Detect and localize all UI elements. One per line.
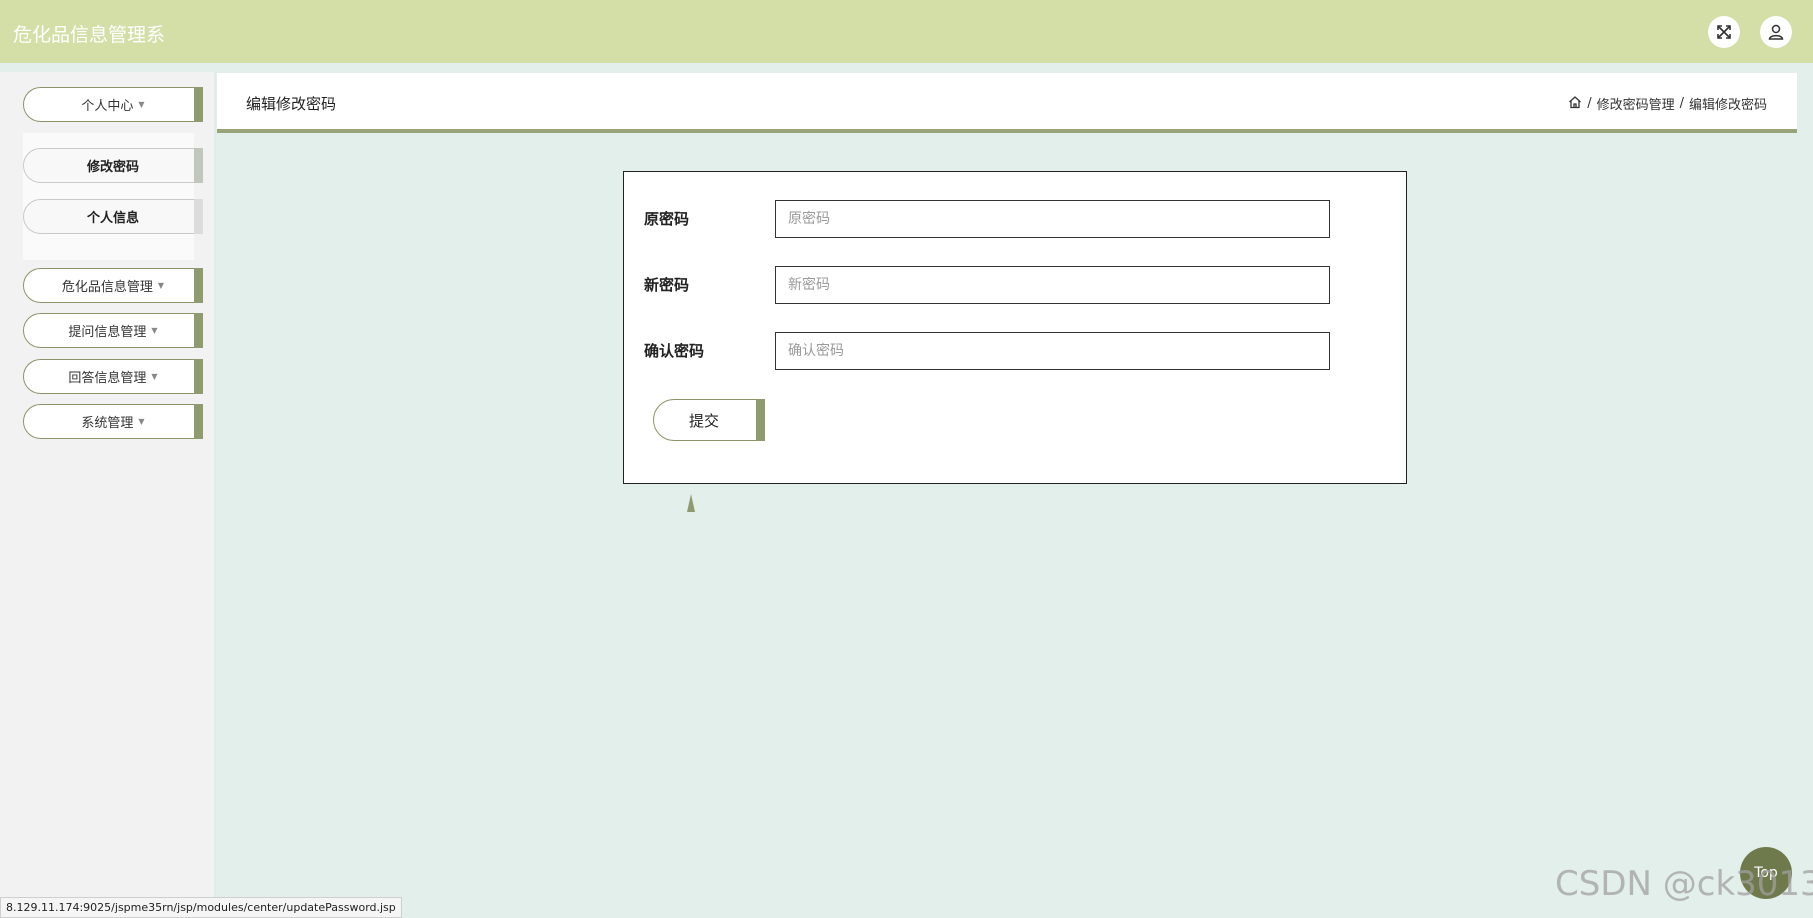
caret-down-icon: ▼ xyxy=(138,100,145,109)
submenu-item-personal-info[interactable]: 个人信息 xyxy=(23,199,203,234)
menu-personal-center[interactable]: 个人中心 ▼ xyxy=(23,87,203,122)
caret-down-icon: ▼ xyxy=(151,326,158,335)
old-password-label: 原密码 xyxy=(644,210,690,228)
submit-button[interactable]: 提交 xyxy=(653,399,765,441)
form-row-confirm-password: 确认密码 xyxy=(624,332,1408,370)
home-icon[interactable] xyxy=(1568,95,1582,113)
decorative-marker xyxy=(687,494,695,512)
menu-questions[interactable]: 提问信息管理 ▼ xyxy=(23,313,203,348)
menu-personal-center-label: 个人中心 xyxy=(81,99,134,114)
menu-system[interactable]: 系统管理 ▼ xyxy=(23,404,203,439)
watermark: CSDN @ck3013 xyxy=(1555,864,1813,904)
new-password-label: 新密码 xyxy=(644,276,690,294)
menu-item-label: 回答信息管理 xyxy=(68,371,147,386)
breadcrumb-separator: / xyxy=(1587,96,1592,111)
caret-down-icon: ▼ xyxy=(157,281,165,290)
menu-item-label: 系统管理 xyxy=(81,416,134,431)
caret-down-icon: ▼ xyxy=(151,372,158,381)
password-form: 原密码 新密码 确认密码 提交 xyxy=(623,171,1407,484)
old-password-input[interactable] xyxy=(775,200,1330,238)
breadcrumb-separator: / xyxy=(1679,96,1684,111)
submenu-item-change-password[interactable]: 修改密码 xyxy=(23,148,203,183)
submenu-item-label: 修改密码 xyxy=(86,160,139,175)
breadcrumb-bar: 编辑修改密码 / 修改密码管理 / 编辑修改密码 xyxy=(217,73,1797,133)
breadcrumb-current: 编辑修改密码 xyxy=(1688,98,1767,113)
confirm-password-label: 确认密码 xyxy=(644,342,705,360)
breadcrumb: / 修改密码管理 / 编辑修改密码 xyxy=(1568,94,1767,113)
confirm-password-input[interactable] xyxy=(775,332,1330,370)
form-row-old-password: 原密码 xyxy=(624,200,1408,238)
menu-item-label: 提问信息管理 xyxy=(68,325,147,340)
top-header: 危化品信息管理系 xyxy=(0,0,1813,63)
caret-down-icon: ▼ xyxy=(138,417,145,426)
submenu-item-label: 个人信息 xyxy=(86,211,139,226)
menu-hazardous-chemicals[interactable]: 危化品信息管理 ▼ xyxy=(23,268,203,303)
app-title: 危化品信息管理系 xyxy=(13,24,166,46)
form-row-new-password: 新密码 xyxy=(624,266,1408,304)
menu-item-label: 危化品信息管理 xyxy=(61,280,153,295)
status-bar-url: 8.129.11.174:9025/jspme35rn/jsp/modules/… xyxy=(0,897,402,918)
menu-answers[interactable]: 回答信息管理 ▼ xyxy=(23,359,203,394)
breadcrumb-link[interactable]: 修改密码管理 xyxy=(1597,94,1675,113)
expand-icon[interactable] xyxy=(1708,16,1740,48)
new-password-input[interactable] xyxy=(775,266,1330,304)
user-icon[interactable] xyxy=(1760,16,1792,48)
page-title: 编辑修改密码 xyxy=(246,95,337,113)
